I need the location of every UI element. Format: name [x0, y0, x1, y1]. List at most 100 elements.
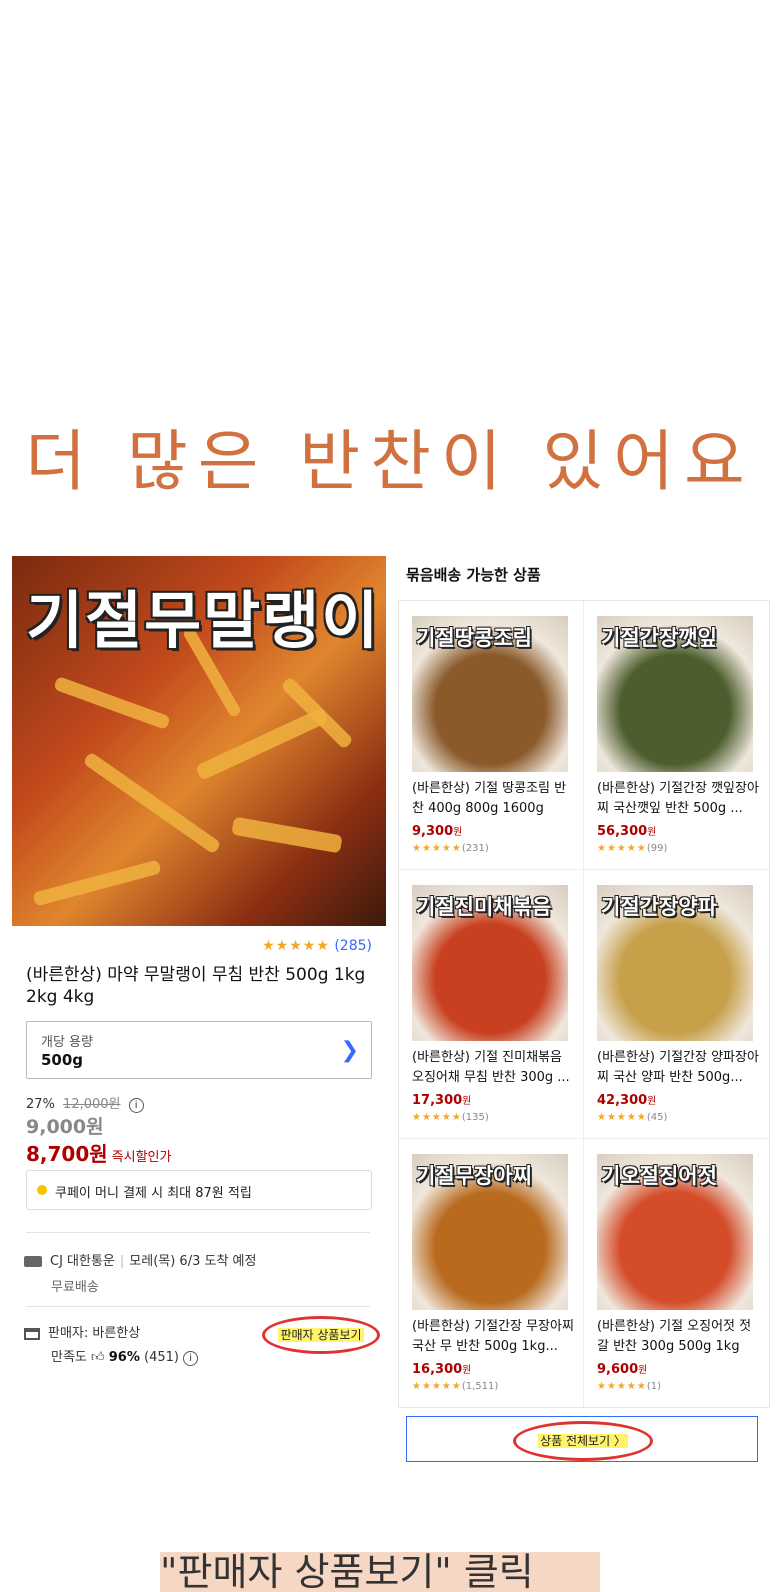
- coupay-reward-box: 쿠페이 머니 결제 시 최대 87원 적립: [26, 1170, 372, 1210]
- bundle-product-rating: ★★★★★(1,511): [412, 1381, 498, 1392]
- product-image[interactable]: 기절무말랭이: [12, 556, 386, 926]
- satisfaction-row: 만족도 👍︎ 96% (451) i: [51, 1346, 199, 1366]
- rating-stars-icon: ★★★★★: [597, 1381, 647, 1392]
- bundle-product-rating: ★★★★★(231): [412, 843, 489, 854]
- truck-icon: [24, 1256, 42, 1267]
- satisfaction-label: 만족도: [51, 1350, 87, 1365]
- bundle-product-image-text: 기절땅콩조림: [416, 626, 532, 650]
- view-all-products-button[interactable]: 상품 전체보기 〉: [406, 1416, 758, 1462]
- bundle-product-name[interactable]: (바른한상) 기절간장 깻잎장아찌 국산깻잎 반찬 500g ...: [597, 779, 759, 819]
- bundle-product-rating: ★★★★★(135): [412, 1112, 489, 1123]
- bundle-product-image-text: 기절간장깻잎: [601, 626, 717, 650]
- option-value: 500g: [41, 1051, 84, 1069]
- bundle-product-price-unit: 원: [453, 827, 463, 838]
- instant-price-value: 8,700원: [26, 1142, 108, 1166]
- shipping-eta: 모레(목) 6/3 도착 예정: [129, 1254, 257, 1269]
- bundle-product-image[interactable]: 기오절징어젓: [597, 1154, 753, 1310]
- view-all-label: 상품 전체보기 〉: [538, 1434, 628, 1448]
- bundle-product-card[interactable]: 기절간장양파 (바른한상) 기절간장 양파장아찌 국산 양파 반찬 500g...…: [584, 870, 768, 1138]
- bundle-product-image[interactable]: 기절간장양파: [597, 885, 753, 1041]
- bundle-product-image[interactable]: 기절땅콩조림: [412, 616, 568, 772]
- discount-row: 27% 12,000원 i: [26, 1093, 144, 1113]
- bundle-product-rating: ★★★★★(45): [597, 1112, 667, 1123]
- bundle-product-image-text: 기오절징어젓: [601, 1164, 717, 1188]
- bundle-product-name[interactable]: (바른한상) 기절 진미채볶음 오징어채 무침 반찬 300g ...: [412, 1048, 574, 1088]
- coin-icon: [37, 1185, 47, 1195]
- divider: [26, 1306, 370, 1307]
- bundle-product-price: 9,300원: [412, 823, 462, 839]
- bundle-product-image-text: 기절진미채볶음: [416, 895, 552, 919]
- bundle-product-price-value: 9,300: [412, 824, 454, 839]
- original-price: 12,000원: [63, 1097, 121, 1112]
- rating-stars-icon: ★★★★★: [262, 938, 330, 954]
- bundle-product-card[interactable]: 기절진미채볶음 (바른한상) 기절 진미채볶음 오징어채 무침 반찬 300g .…: [399, 870, 583, 1138]
- bundle-product-image[interactable]: 기절무장아찌: [412, 1154, 568, 1310]
- bundle-product-price: 42,300원: [597, 1092, 656, 1108]
- bundle-product-name[interactable]: (바른한상) 기절간장 무장아찌 국산 무 반찬 500g 1kg...: [412, 1317, 574, 1357]
- bundle-product-price: 16,300원: [412, 1361, 471, 1377]
- bundle-product-image-text: 기절간장양파: [601, 895, 717, 919]
- bundle-product-price: 56,300원: [597, 823, 656, 839]
- view-all-highlight: 상품 전체보기 〉: [513, 1421, 653, 1461]
- satisfaction-count: (451): [144, 1350, 179, 1365]
- bundle-product-name[interactable]: (바른한상) 기절간장 양파장아찌 국산 양파 반찬 500g...: [597, 1048, 759, 1088]
- bundle-product-rating: ★★★★★(99): [597, 843, 667, 854]
- option-selector[interactable]: 개당 용량 500g ❯: [26, 1021, 372, 1079]
- rating-stars-icon: ★★★★★: [412, 1112, 462, 1123]
- bundle-product-grid: 기절땅콩조림 (바른한상) 기절 땅콩조림 반찬 400g 800g 1600g 9…: [398, 600, 770, 1408]
- bundle-product-price-value: 9,600: [597, 1362, 639, 1377]
- bundle-product-name[interactable]: (바른한상) 기절 땅콩조림 반찬 400g 800g 1600g: [412, 779, 574, 819]
- seller-name: 판매자: 바른한상: [48, 1326, 141, 1341]
- rating-stars-icon: ★★★★★: [412, 1381, 462, 1392]
- bundle-product-price-unit: 원: [462, 1365, 472, 1376]
- product-rating[interactable]: ★★★★★ (285): [12, 938, 372, 954]
- satisfaction-value: 96%: [108, 1350, 140, 1365]
- discount-rate: 27%: [26, 1097, 55, 1112]
- bundle-product-card[interactable]: 기오절징어젓 (바른한상) 기절 오징어젓 젓갈 반찬 300g 500g 1kg…: [584, 1139, 768, 1407]
- instant-price-label: 즉시할인가: [111, 1150, 172, 1165]
- bundle-product-price-unit: 원: [647, 827, 657, 838]
- info-icon[interactable]: i: [128, 1098, 144, 1113]
- bundle-product-price-unit: 원: [647, 1096, 657, 1107]
- shipping-carrier: CJ 대한통운: [50, 1254, 115, 1269]
- bundle-product-name[interactable]: (바른한상) 기절 오징어젓 젓갈 반찬 300g 500g 1kg: [597, 1317, 759, 1357]
- shipping-fee: 무료배송: [51, 1280, 99, 1295]
- seller-row: 판매자: 바른한상: [24, 1322, 140, 1341]
- rating-stars-icon: ★★★★★: [597, 843, 647, 854]
- bundle-product-image[interactable]: 기절진미채볶음: [412, 885, 568, 1041]
- chevron-right-icon: ❯: [340, 1038, 359, 1063]
- coupay-text: 쿠페이 머니 결제 시 최대 87원 적립: [55, 1186, 252, 1201]
- seller-products-button[interactable]: 판매자 상품보기: [262, 1316, 380, 1354]
- footer-caption: "판매자 상품보기" 클릭: [160, 1552, 600, 1592]
- headline: 더 많은 반찬이 있어요: [25, 423, 755, 500]
- seller-products-button-label: 판매자 상품보기: [278, 1328, 364, 1342]
- thumbs-up-icon: 👍︎: [91, 1350, 105, 1365]
- bundle-product-card[interactable]: 기절땅콩조림 (바른한상) 기절 땅콩조림 반찬 400g 800g 1600g 9…: [399, 601, 583, 869]
- rating-stars-icon: ★★★★★: [412, 843, 462, 854]
- product-title: (바른한상) 마약 무말랭이 무침 반찬 500g 1kg 2kg 4kg: [26, 965, 366, 1007]
- rating-stars-icon: ★★★★★: [597, 1112, 647, 1123]
- sale-price: 9,000원: [26, 1116, 104, 1138]
- bundle-product-card[interactable]: 기절무장아찌 (바른한상) 기절간장 무장아찌 국산 무 반찬 500g 1kg.…: [399, 1139, 583, 1407]
- info-icon[interactable]: i: [183, 1351, 199, 1366]
- bundle-product-price-value: 56,300: [597, 824, 648, 839]
- bundle-product-price: 9,600원: [597, 1361, 647, 1377]
- bundle-product-price-unit: 원: [638, 1365, 648, 1376]
- rating-count[interactable]: (285): [334, 938, 372, 954]
- shipping-row: CJ 대한통운 | 모레(목) 6/3 도착 예정: [24, 1250, 256, 1269]
- bundle-product-price: 17,300원: [412, 1092, 471, 1108]
- divider: [26, 1232, 370, 1233]
- rating-count: (99): [646, 843, 668, 854]
- bundle-product-card[interactable]: 기절간장깻잎 (바른한상) 기절간장 깻잎장아찌 국산깻잎 반찬 500g ...…: [584, 601, 768, 869]
- bundle-product-image[interactable]: 기절간장깻잎: [597, 616, 753, 772]
- bundle-product-price-value: 42,300: [597, 1093, 648, 1108]
- bundle-product-price-value: 16,300: [412, 1362, 463, 1377]
- bundle-product-price-unit: 원: [462, 1096, 472, 1107]
- bundle-section-title: 묶음배송 가능한 상품: [406, 566, 541, 584]
- option-label: 개당 용량: [41, 1035, 93, 1050]
- bundle-product-rating: ★★★★★(1): [597, 1381, 661, 1392]
- store-icon: [24, 1327, 40, 1340]
- bundle-product-image-text: 기절무장아찌: [416, 1164, 532, 1188]
- rating-count: (1,511): [461, 1381, 499, 1392]
- product-image-text: 기절무말랭이: [26, 584, 381, 657]
